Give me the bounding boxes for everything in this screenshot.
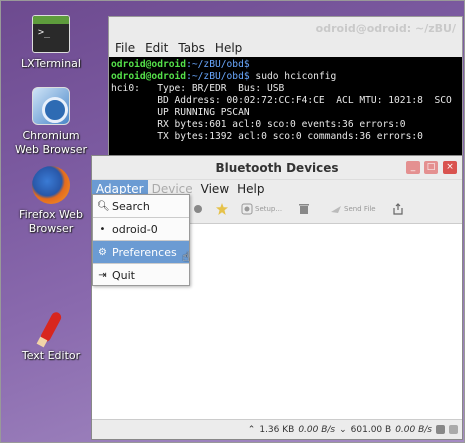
setup-label: Setup... <box>255 205 283 213</box>
desktop-icon-label: Text Editor <box>21 349 81 362</box>
prompt-user: odroid@odroid <box>111 59 187 70</box>
desktop-icon-label: Chromium Web Browser <box>14 129 88 156</box>
adapter-menu: 🔍︎ Search • odroid-0 ⚙ Preferences ⇥ Qui… <box>92 194 190 286</box>
terminal-output[interactable]: odroid@odroid:~/zBU/obd$ odroid@odroid:~/… <box>109 57 462 145</box>
upload-arrow-icon: ⌃ <box>247 424 256 435</box>
minimize-button[interactable]: _ <box>406 161 420 174</box>
bluetooth-titlebar[interactable]: Bluetooth Devices _ □ × <box>92 156 462 180</box>
terminal-menu-help[interactable]: Help <box>215 41 242 57</box>
download-rate: 0.00 B/s <box>395 424 432 435</box>
terminal-output-line: BD Address: 00:02:72:CC:F4:CE ACL MTU: 1… <box>111 95 452 106</box>
bullet-icon: • <box>99 223 106 235</box>
prompt-command: sudo hciconfig <box>249 71 337 82</box>
exit-icon: ⇥ <box>98 269 107 281</box>
menu-item-odroid-0[interactable]: • odroid-0 <box>93 218 189 240</box>
terminal-prompt-line: odroid@odroid:~/zBU/obd$ sudo hciconfig <box>111 71 460 83</box>
setup-gear-icon <box>241 203 253 215</box>
menu-item-search[interactable]: 🔍︎ Search <box>93 195 189 217</box>
prompt-path: :~/zBU/obd$ <box>186 59 250 70</box>
desktop-icon-lxterminal[interactable]: >_ LXTerminal <box>5 15 97 71</box>
star-icon <box>216 203 228 215</box>
prompt-path: :~/zBU/obd$ <box>186 71 250 82</box>
send-file-icon <box>331 206 341 213</box>
upload-total: 1.36 KB <box>259 424 295 435</box>
terminal-menu-tabs[interactable]: Tabs <box>178 41 205 57</box>
remove-button[interactable] <box>298 203 310 215</box>
desktop: >_ LXTerminal Chromium Web Browser Firef… <box>0 0 465 443</box>
upload-rate: 0.00 B/s <box>298 424 336 435</box>
terminal-prompt-line: odroid@odroid:~/zBU/obd$ <box>111 59 460 71</box>
download-total: 601.00 B <box>350 424 392 435</box>
status-indicator-icon <box>449 425 458 434</box>
setup-button[interactable]: Setup... <box>241 203 282 215</box>
terminal-output-line: hci0: Type: BR/EDR Bus: USB <box>111 83 285 94</box>
terminal-menubar: File Edit Tabs Help <box>109 41 462 57</box>
bond-button[interactable] <box>216 203 228 215</box>
prompt-user: odroid@odroid <box>111 71 187 82</box>
menu-item-preferences[interactable]: ⚙ Preferences <box>93 241 189 263</box>
desktop-icon-firefox[interactable]: Firefox Web Browser <box>5 166 97 236</box>
close-button[interactable]: × <box>443 161 457 174</box>
menu-item-label: Search <box>112 199 150 213</box>
search-icon: 🔍︎ <box>97 200 110 212</box>
gear-icon: ⚙ <box>98 246 107 258</box>
chromium-icon <box>32 87 70 125</box>
status-indicator-icon <box>436 425 445 434</box>
text-editor-icon <box>32 307 70 345</box>
send-file-label: Send File <box>344 205 376 213</box>
terminal-output-line: RX bytes:601 acl:0 sco:0 events:36 error… <box>111 119 406 130</box>
trash-icon <box>299 204 309 214</box>
desktop-icon-text-editor[interactable]: Text Editor <box>5 307 97 363</box>
firefox-icon <box>32 166 70 204</box>
menu-item-label: Preferences <box>112 245 177 259</box>
desktop-icon-label: Firefox Web Browser <box>19 208 83 235</box>
pin-icon <box>194 205 202 213</box>
terminal-window[interactable]: odroid@odroid: ~/zBU/ File Edit Tabs Hel… <box>108 16 463 161</box>
mouse-pointer-icon: ☝ <box>182 250 190 265</box>
trust-button[interactable] <box>192 203 204 215</box>
export-icon <box>393 203 403 215</box>
terminal-menu-file[interactable]: File <box>115 41 135 57</box>
terminal-title: odroid@odroid: ~/zBU/ <box>315 22 456 35</box>
terminal-titlebar[interactable]: odroid@odroid: ~/zBU/ <box>109 17 462 41</box>
terminal-menu-edit[interactable]: Edit <box>145 41 168 57</box>
maximize-button[interactable]: □ <box>424 161 438 174</box>
menu-view[interactable]: View <box>197 180 233 198</box>
menu-item-quit[interactable]: ⇥ Quit <box>93 264 189 286</box>
menu-help[interactable]: Help <box>233 180 268 198</box>
browse-button[interactable] <box>392 203 404 215</box>
menu-item-label: odroid-0 <box>112 222 158 236</box>
terminal-output-line: UP RUNNING PSCAN <box>111 107 250 118</box>
status-bar: ⌃ 1.36 KB 0.00 B/s ⌄ 601.00 B 0.00 B/s <box>92 419 462 439</box>
desktop-icon-label: LXTerminal <box>21 57 81 70</box>
download-arrow-icon: ⌄ <box>339 424 347 435</box>
terminal-output-line: TX bytes:1392 acl:0 sco:0 commands:36 er… <box>111 131 423 142</box>
menu-item-label: Quit <box>112 268 135 282</box>
terminal-icon: >_ <box>32 15 70 53</box>
send-file-button[interactable]: Send File <box>330 203 376 215</box>
desktop-icon-chromium[interactable]: Chromium Web Browser <box>5 87 97 157</box>
